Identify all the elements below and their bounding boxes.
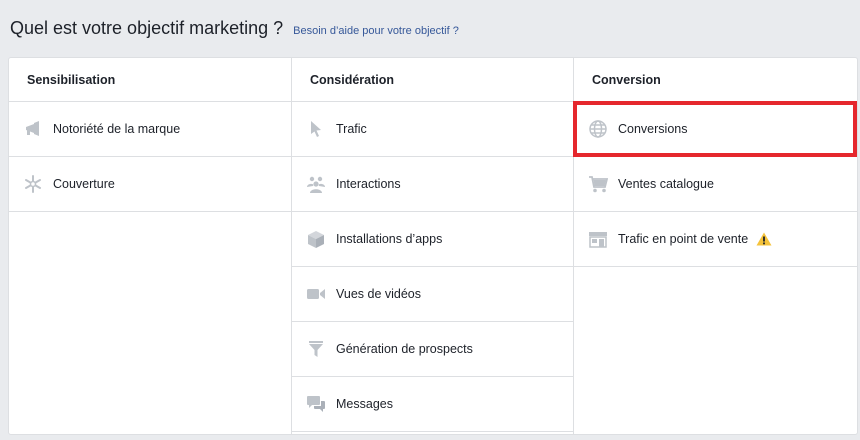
objective-label: Trafic en point de vente: [618, 232, 749, 246]
chat-bubbles-icon: [306, 394, 326, 414]
objective-messages[interactable]: Messages: [292, 377, 573, 432]
column-sensibilisation: Sensibilisation Notoriété de la marque C…: [9, 58, 292, 434]
video-camera-icon: [306, 284, 326, 304]
objective-label: Messages: [336, 397, 393, 411]
objective-interactions[interactable]: Interactions: [292, 157, 573, 212]
megaphone-icon: [23, 119, 43, 139]
column-header: Sensibilisation: [9, 58, 291, 102]
cube-icon: [306, 229, 326, 249]
objective-trafic-point-vente[interactable]: Trafic en point de vente: [574, 212, 857, 267]
shopping-cart-icon: [588, 174, 608, 194]
page-title: Quel est votre objectif marketing ?: [10, 18, 284, 38]
objective-label: Ventes catalogue: [618, 177, 714, 191]
column-header: Considération: [292, 58, 573, 102]
objective-couverture[interactable]: Couverture: [9, 157, 291, 212]
objective-label: Trafic: [336, 122, 367, 136]
objective-label: Couverture: [53, 177, 115, 191]
objective-installations-apps[interactable]: Installations d’apps: [292, 212, 573, 267]
header: Quel est votre objectif marketing ? Beso…: [10, 18, 459, 39]
objective-page: Quel est votre objectif marketing ? Beso…: [0, 0, 860, 440]
objective-ventes-catalogue[interactable]: Ventes catalogue: [574, 157, 857, 212]
funnel-icon: [306, 339, 326, 359]
column-header: Conversion: [574, 58, 857, 102]
objective-label: Vues de vidéos: [336, 287, 422, 301]
globe-icon: [588, 119, 608, 139]
objective-trafic[interactable]: Trafic: [292, 102, 573, 157]
objective-label: Conversions: [618, 122, 688, 136]
objective-conversions[interactable]: Conversions: [574, 102, 857, 157]
column-conversion: Conversion Conversions Ventes catalogue …: [574, 58, 857, 434]
objectives-panel: Sensibilisation Notoriété de la marque C…: [8, 57, 858, 435]
people-icon: [306, 174, 326, 194]
objective-generation-prospects[interactable]: Génération de prospects: [292, 322, 573, 377]
storefront-icon: [588, 229, 608, 249]
objective-label: Installations d’apps: [336, 232, 443, 246]
help-link[interactable]: Besoin d’aide pour votre objectif ?: [293, 25, 459, 37]
warning-icon[interactable]: [756, 232, 772, 246]
objective-label: Génération de prospects: [336, 342, 473, 356]
objective-vues-videos[interactable]: Vues de vidéos: [292, 267, 573, 322]
objective-label: Notoriété de la marque: [53, 122, 181, 136]
objective-label: Interactions: [336, 177, 401, 191]
objective-notoriete[interactable]: Notoriété de la marque: [9, 102, 291, 157]
cursor-icon: [306, 119, 326, 139]
snowflake-icon: [23, 174, 43, 194]
column-consideration: Considération Trafic Interactions Instal…: [292, 58, 574, 434]
